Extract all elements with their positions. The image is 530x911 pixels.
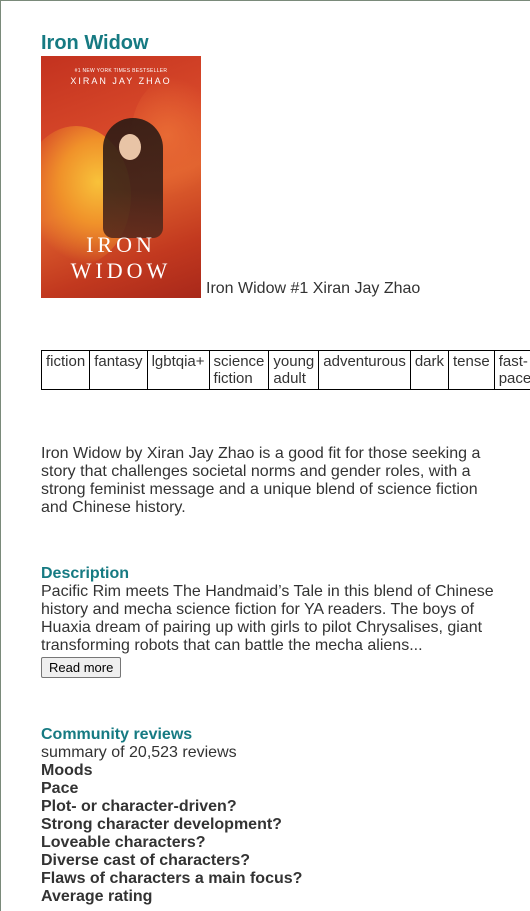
review-label-flaws-focus: Flaws of characters a main focus?	[41, 870, 303, 887]
book-summary: Iron Widow by Xiran Jay Zhao is a good f…	[41, 445, 481, 516]
tags-row: fiction fantasy lgbtqia+ science fiction…	[40, 350, 530, 390]
reviews-summary: summary of 20,523 reviews	[41, 744, 237, 761]
tag-cell: fiction	[40, 350, 91, 390]
book-page: Iron Widow #1 NEW YORK TIMES BESTSELLER …	[40, 31, 530, 906]
cover-title-text: IRON WIDOW	[70, 232, 172, 283]
review-label-plot-driven: Plot- or character-driven?	[41, 798, 237, 815]
tags-table: fiction fantasy lgbtqia+ science fiction…	[40, 350, 530, 390]
description-text: Pacific Rim meets The Handmaid’s Tale in…	[41, 583, 494, 654]
tag-cell: fast-paced	[493, 350, 530, 390]
review-label-character-development: Strong character development?	[41, 816, 282, 833]
cover-author-text: XIRAN JAY ZHAO	[70, 76, 172, 86]
review-label-average-rating: Average rating	[41, 888, 153, 905]
tag-cell: science fiction	[208, 350, 270, 390]
community-reviews-heading: Community reviews	[41, 726, 193, 743]
tag-cell: young adult	[268, 350, 320, 390]
book-title: Iron Widow	[41, 32, 149, 54]
tag-cell: fantasy	[89, 350, 148, 390]
tag-cell: tense	[448, 350, 495, 390]
cover-row: #1 NEW YORK TIMES BESTSELLER XIRAN JAY Z…	[41, 56, 501, 298]
book-cover-image: #1 NEW YORK TIMES BESTSELLER XIRAN JAY Z…	[41, 56, 201, 298]
description-heading: Description	[41, 565, 130, 582]
tag-cell: lgbtqia+	[146, 350, 210, 390]
review-label-loveable-characters: Loveable characters?	[41, 834, 206, 851]
cover-bestseller-text: #1 NEW YORK TIMES BESTSELLER	[74, 68, 168, 74]
read-more-button[interactable]: Read more	[41, 657, 122, 678]
review-label-moods: Moods	[41, 762, 93, 779]
review-label-pace: Pace	[41, 780, 79, 797]
tag-cell: dark	[409, 350, 450, 390]
review-label-diverse-cast: Diverse cast of characters?	[41, 852, 250, 869]
tag-cell: adventurous	[318, 350, 411, 390]
cover-caption: Iron Widow #1 Xiran Jay Zhao	[206, 280, 421, 297]
